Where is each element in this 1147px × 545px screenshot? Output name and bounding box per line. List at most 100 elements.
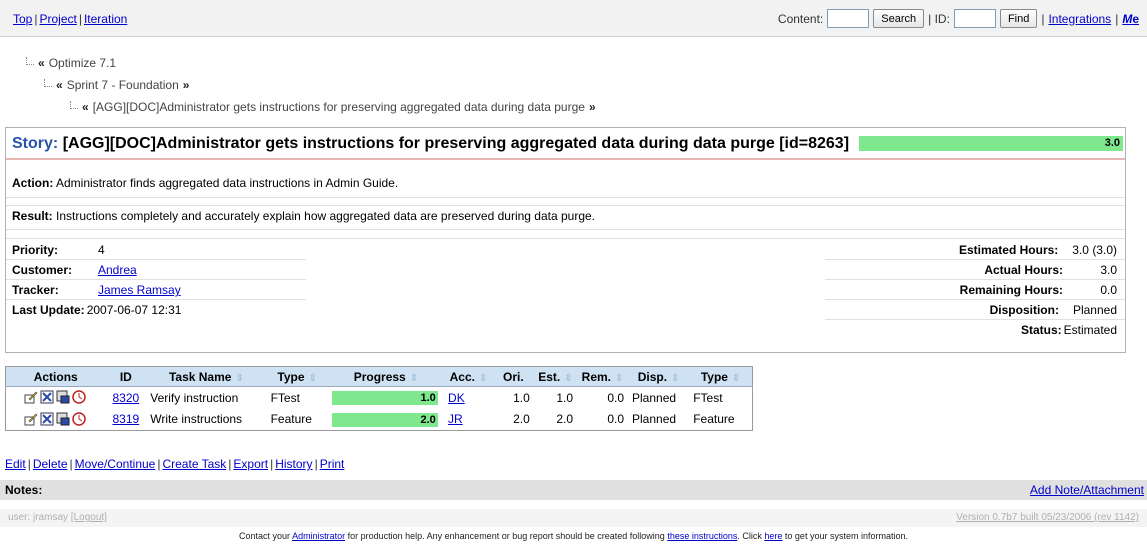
tracker-link[interactable]: James Ramsay bbox=[98, 283, 181, 297]
divider bbox=[6, 229, 1125, 230]
these-instructions-link[interactable]: these instructions bbox=[667, 531, 737, 541]
last-update-value: 2007-06-07 12:31 bbox=[86, 303, 182, 317]
edit-icon[interactable] bbox=[24, 390, 38, 404]
table-row: 8320 Verify instruction FTest 1.0 DK 1.0… bbox=[6, 387, 753, 409]
status-field: Status: Estimated bbox=[1020, 323, 1117, 337]
col-disp[interactable]: Disp. ⇕ bbox=[628, 366, 690, 387]
clock-icon[interactable] bbox=[71, 412, 86, 426]
col-task-name[interactable]: Task Name ⇕ bbox=[146, 366, 267, 387]
col-est[interactable]: Est. ⇕ bbox=[533, 366, 578, 387]
create-task-link[interactable]: Create Task bbox=[162, 457, 226, 471]
customer-link[interactable]: Andrea bbox=[98, 263, 137, 277]
col-rem[interactable]: Rem. ⇕ bbox=[577, 366, 629, 387]
next-arrow-icon[interactable]: » bbox=[183, 78, 190, 92]
version-link[interactable]: Version 0.7b7 built 05/23/2006 (rev 1142… bbox=[956, 512, 1139, 523]
task-type2: Feature bbox=[693, 412, 735, 427]
tree-connector-icon bbox=[44, 79, 52, 87]
col-progress[interactable]: Progress ⇕ bbox=[327, 366, 445, 387]
acceptor-link[interactable]: JR bbox=[448, 412, 463, 426]
content-input[interactable] bbox=[827, 9, 870, 28]
task-name: Verify instruction bbox=[150, 390, 239, 405]
top-link[interactable]: Top bbox=[13, 12, 32, 26]
integrations-link[interactable]: Integrations bbox=[1048, 12, 1111, 26]
notes-bar: Notes: Add Note/Attachment bbox=[0, 480, 1147, 500]
delete-icon[interactable] bbox=[40, 390, 54, 404]
delete-icon[interactable] bbox=[40, 412, 54, 426]
col-actions: Actions bbox=[5, 366, 106, 387]
breadcrumb-iteration-label[interactable]: Sprint 7 - Foundation bbox=[67, 78, 179, 92]
tracker-field: Tracker: James Ramsay bbox=[12, 283, 181, 297]
col-ori[interactable]: Ori. bbox=[492, 366, 534, 387]
breadcrumb-iteration: « Sprint 7 - Foundation » bbox=[44, 78, 189, 92]
breadcrumb-project: « Optimize 7.1 bbox=[26, 56, 116, 70]
disposition-value: Planned bbox=[1072, 303, 1117, 317]
divider bbox=[6, 238, 1125, 239]
story-title: Story: [AGG][DOC]Administrator gets inst… bbox=[12, 135, 849, 153]
priority-value: 4 bbox=[98, 243, 105, 257]
time-entry-icon[interactable] bbox=[56, 412, 70, 426]
content-label: Content: bbox=[777, 11, 824, 26]
sort-icon: ⇕ bbox=[615, 372, 624, 384]
id-label: | ID: bbox=[928, 11, 950, 26]
top-bar: Top | Project | Iteration Content: Search | … bbox=[0, 0, 1147, 37]
remaining-hours-value: 0.0 bbox=[1100, 283, 1117, 297]
col-acc[interactable]: Acc. ⇕ bbox=[444, 366, 493, 387]
col-type[interactable]: Type ⇕ bbox=[266, 366, 328, 387]
find-button[interactable]: Find bbox=[999, 9, 1038, 28]
task-type: FTest bbox=[270, 390, 300, 405]
tree-connector-icon bbox=[26, 57, 34, 65]
administrator-link[interactable]: Administrator bbox=[292, 531, 345, 541]
table-row: 8319 Write instructions Feature 2.0 JR 2… bbox=[6, 409, 753, 431]
priority-field: Priority: 4 bbox=[12, 243, 105, 257]
me-link[interactable]: Me bbox=[1122, 12, 1139, 26]
result-label: Result: bbox=[12, 209, 53, 223]
id-input[interactable] bbox=[953, 9, 996, 28]
col-type2[interactable]: Type ⇕ bbox=[689, 366, 753, 387]
col-id[interactable]: ID bbox=[105, 366, 147, 387]
delete-link[interactable]: Delete bbox=[33, 457, 68, 471]
clock-icon[interactable] bbox=[71, 390, 86, 404]
logout-link[interactable]: [Logout] bbox=[71, 512, 107, 523]
breadcrumb-story-label: [AGG][DOC]Administrator gets instruction… bbox=[92, 100, 585, 114]
time-entry-icon[interactable] bbox=[56, 390, 70, 404]
story-keyword: Story: bbox=[12, 135, 59, 152]
action-text: Administrator finds aggregated data inst… bbox=[56, 176, 399, 190]
edit-link[interactable]: Edit bbox=[5, 457, 26, 471]
iteration-link[interactable]: Iteration bbox=[84, 12, 127, 26]
task-id-link[interactable]: 8319 bbox=[112, 412, 139, 426]
history-link[interactable]: History bbox=[275, 457, 312, 471]
customer-field: Customer: Andrea bbox=[12, 263, 137, 277]
estimated-hours-field: Estimated Hours: 3.0 (3.0) bbox=[958, 243, 1117, 257]
task-progress-bar: 2.0 bbox=[331, 412, 438, 427]
move-continue-link[interactable]: Move/Continue bbox=[75, 457, 156, 471]
export-link[interactable]: Export bbox=[233, 457, 268, 471]
acceptor-link[interactable]: DK bbox=[448, 391, 465, 405]
sort-icon: ⇕ bbox=[564, 372, 573, 384]
table-header-row: Actions ID Task Name ⇕ Type ⇕ Progress ⇕ Ac… bbox=[5, 366, 753, 387]
task-remaining: 0.0 bbox=[607, 390, 625, 405]
up-arrow-icon[interactable]: « bbox=[56, 78, 63, 92]
edit-icon[interactable] bbox=[24, 412, 38, 426]
actual-hours-value: 3.0 bbox=[1100, 263, 1117, 277]
actual-hours-field: Actual Hours: 3.0 bbox=[984, 263, 1117, 277]
task-original: 1.0 bbox=[513, 390, 530, 405]
sort-icon: ⇕ bbox=[731, 372, 741, 384]
task-estimate: 2.0 bbox=[556, 412, 574, 427]
search-button[interactable]: Search bbox=[873, 9, 925, 28]
task-estimate: 1.0 bbox=[556, 390, 574, 405]
project-link[interactable]: Project bbox=[39, 12, 76, 26]
task-id-link[interactable]: 8320 bbox=[112, 391, 139, 405]
tasks-table: Actions ID Task Name ⇕ Type ⇕ Progress ⇕ Ac… bbox=[5, 366, 753, 431]
contact-text: Contact your Administrator for productio… bbox=[239, 531, 908, 541]
divider bbox=[6, 197, 1125, 198]
add-note-link[interactable]: Add Note/Attachment bbox=[1030, 483, 1144, 497]
up-arrow-icon[interactable]: « bbox=[38, 56, 45, 70]
top-nav: Top | Project | Iteration bbox=[13, 12, 128, 26]
breadcrumb-project-label[interactable]: Optimize 7.1 bbox=[49, 56, 116, 70]
next-arrow-icon[interactable]: » bbox=[589, 100, 596, 114]
up-arrow-icon[interactable]: « bbox=[82, 100, 89, 114]
print-link[interactable]: Print bbox=[320, 457, 345, 471]
status-value: Estimated bbox=[1063, 323, 1117, 337]
here-link[interactable]: here bbox=[764, 531, 782, 541]
story-panel: Story: [AGG][DOC]Administrator gets inst… bbox=[5, 127, 1126, 353]
